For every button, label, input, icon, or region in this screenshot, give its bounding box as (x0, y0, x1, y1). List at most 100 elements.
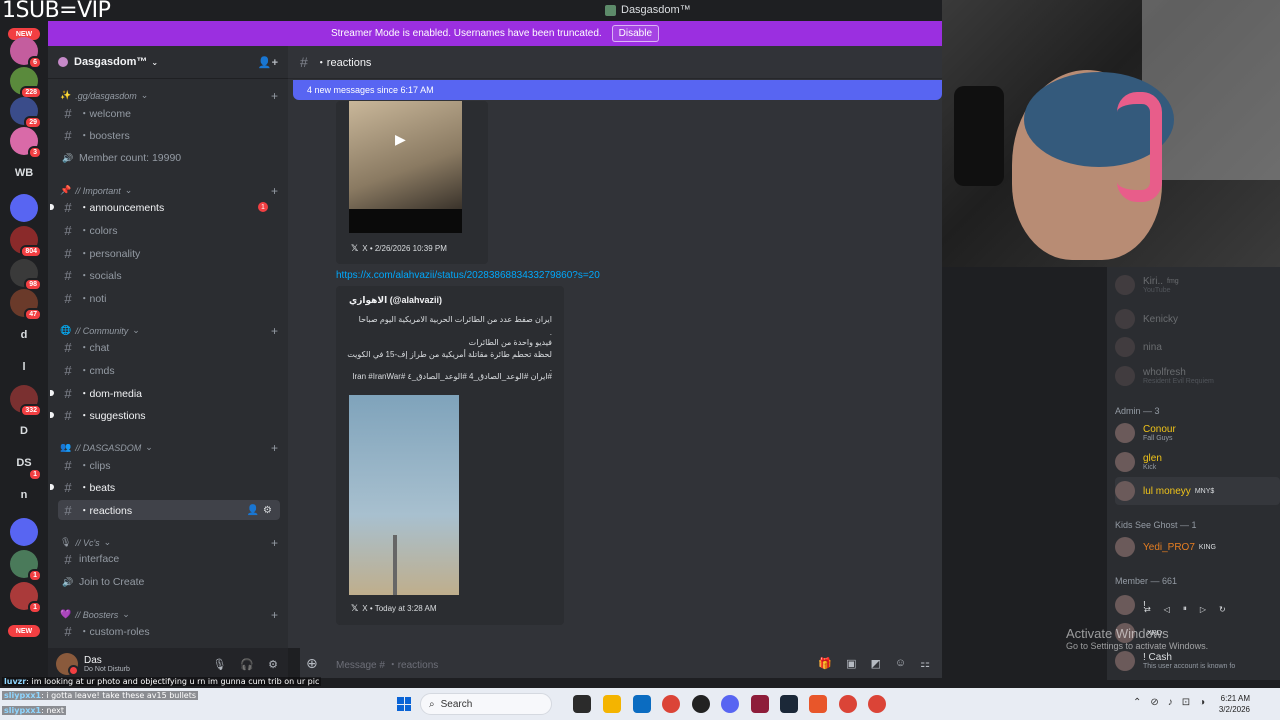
channel-item[interactable]: # ・dom-media (50, 383, 280, 403)
headphones-icon[interactable]: 🎧 (240, 658, 254, 671)
shuffle-icon[interactable]: ⇄ (1144, 605, 1151, 614)
tweet-link[interactable]: https://x.com/alahvazii/status/202838688… (336, 270, 600, 281)
server-icon[interactable]: 1 (10, 582, 42, 614)
channel-item[interactable]: # ・colors (58, 220, 280, 240)
member-item[interactable]: ! Cash This user account is known fo (1115, 647, 1280, 675)
server-icon[interactable]: l (10, 353, 38, 381)
member-item[interactable]: Kenicky (1115, 305, 1280, 333)
create-channel-icon[interactable]: + (271, 324, 278, 338)
server-icon[interactable] (10, 194, 38, 222)
channel-item[interactable]: # ・suggestions (50, 405, 280, 425)
guild-header[interactable]: Dasgasdom™ ⌄ 👤+ (48, 46, 288, 79)
gif-icon[interactable]: ▣ (846, 657, 856, 670)
gear-icon[interactable]: ⚙ (268, 658, 278, 671)
channel-item[interactable]: # ・socials (58, 265, 280, 285)
server-icon[interactable]: 804 (10, 226, 42, 258)
server-icon[interactable]: D (10, 417, 38, 445)
play-icon[interactable]: ▶ (395, 131, 406, 148)
server-icon[interactable]: n (10, 481, 38, 509)
member-item[interactable]: lul moneyy MNY$ (1115, 477, 1280, 505)
file-explorer-icon[interactable] (603, 695, 621, 713)
store-icon[interactable] (633, 695, 651, 713)
channel-item[interactable]: # ・announcements 1 (50, 197, 280, 217)
server-icon[interactable]: 47 (10, 289, 42, 321)
category-header[interactable]: 💜// Boosters ⌄ + (60, 608, 278, 622)
chrome-icon-3[interactable] (868, 695, 886, 713)
new-messages-bar[interactable]: 4 new messages since 6:17 AM (293, 80, 942, 100)
category-header[interactable]: 🎙// Vc's ⌄ + (60, 536, 278, 550)
channel-settings-icon[interactable]: 👤⚙ (247, 505, 276, 516)
tweet-author[interactable]: الاهوازي (@alahvazii) (349, 295, 442, 306)
member-item[interactable]: Yedi_PRO7 KING (1115, 533, 1280, 561)
channel-item[interactable]: # ・boosters (58, 125, 280, 145)
category-header[interactable]: 📌// Important ⌄ + (60, 184, 278, 198)
category-header[interactable]: 🌐// Community ⌄ + (60, 324, 278, 338)
channel-item[interactable]: # interface (58, 549, 280, 569)
windows-start-icon[interactable] (397, 697, 411, 711)
message-composer[interactable]: ⊕ Message # ・reactions 🎁 ▣ ◩ ☺ ⚏ (300, 648, 942, 678)
repeat-icon[interactable]: ↻ (1219, 605, 1226, 614)
server-icon[interactable]: 1 (10, 550, 42, 582)
create-channel-icon[interactable]: + (271, 536, 278, 550)
member-item[interactable]: Conour Fall Guys (1115, 419, 1280, 447)
channel-item[interactable]: # ・chat (58, 337, 280, 357)
channel-item[interactable]: # ・personality (58, 243, 280, 263)
create-channel-icon[interactable]: + (271, 89, 278, 103)
video-thumbnail[interactable]: ▶ (349, 101, 462, 209)
prev-icon[interactable]: ◁ (1164, 605, 1170, 614)
channel-item[interactable]: # ・noti (58, 288, 280, 308)
video-thumbnail-2[interactable] (349, 395, 459, 595)
chrome-icon-2[interactable] (839, 695, 857, 713)
server-icon[interactable]: 29 (10, 97, 42, 129)
task-view-icon[interactable] (573, 695, 591, 713)
emoji-icon[interactable]: ☺ (895, 657, 906, 670)
sticker-icon[interactable]: ◩ (870, 657, 880, 670)
server-icon[interactable]: 3 (10, 127, 42, 159)
channel-item[interactable]: # ・cmds (58, 360, 280, 380)
pause-icon[interactable]: ⏸ (1183, 604, 1187, 614)
create-channel-icon[interactable]: + (271, 184, 278, 198)
adobe-icon[interactable] (751, 695, 769, 713)
member-item[interactable]: glen Kick (1115, 448, 1280, 476)
steam-icon[interactable] (780, 695, 798, 713)
system-tray[interactable]: ⌃⊘♪⊡◑ (1133, 697, 1214, 708)
disable-streamer-mode-button[interactable]: Disable (611, 25, 660, 42)
server-icon[interactable]: 332 (10, 385, 42, 417)
invite-people-icon[interactable]: 👤+ (258, 56, 278, 69)
create-channel-icon[interactable]: + (271, 608, 278, 622)
discord-icon[interactable] (721, 695, 739, 713)
taskbar-search[interactable]: ⌕ Search (420, 693, 552, 715)
member-item[interactable]: nina (1115, 333, 1280, 361)
gift-icon[interactable]: 🎁 (818, 657, 832, 670)
firefox-icon[interactable] (809, 695, 827, 713)
channel-item[interactable]: 🔊 Member count: 19990 (58, 148, 280, 168)
server-icon[interactable]: 98 (10, 259, 42, 291)
apps-icon[interactable]: ⚏ (920, 657, 930, 670)
member-item[interactable]: wholfresh Resident Evil Requiem (1115, 362, 1280, 390)
create-channel-icon[interactable]: + (271, 441, 278, 455)
channel-item[interactable]: # ・clips (58, 455, 280, 475)
member-item[interactable]: Kiri.. fmg YouTube (1115, 271, 1280, 299)
chrome-icon[interactable] (662, 695, 680, 713)
channel-item[interactable]: # ・beats (50, 477, 280, 497)
avatar[interactable] (56, 653, 79, 676)
server-icon[interactable]: 228 (10, 67, 42, 99)
channel-item[interactable]: 🔊 Join to Create (58, 572, 280, 592)
add-attachment-icon[interactable]: ⊕ (306, 655, 326, 672)
next-icon[interactable]: ▷ (1200, 605, 1206, 614)
obs-icon[interactable] (692, 695, 710, 713)
category-header[interactable]: ✨ .gg/dasgasdom ⌄ + (60, 89, 278, 103)
channel-item[interactable]: # ・custom-roles (58, 621, 280, 641)
channel-item[interactable]: # ・welcome (58, 103, 280, 123)
server-icon[interactable]: 6 (10, 37, 42, 69)
mic-icon[interactable]: 🎙 (212, 658, 226, 671)
server-icon[interactable]: WB (10, 159, 38, 187)
composer-placeholder[interactable]: Message # ・reactions (336, 656, 438, 671)
server-icon[interactable] (10, 518, 38, 546)
category-header[interactable]: 👥// DASGASDOM ⌄ + (60, 441, 278, 455)
server-icon[interactable]: DS 1 (10, 449, 42, 481)
server-icon[interactable]: d (10, 321, 38, 349)
taskbar-clock[interactable]: 6:21 AM 3/2/2026 (1219, 693, 1250, 715)
channel-item[interactable]: # ・reactions 👤⚙ (58, 500, 280, 520)
new-unreads-pill-bottom[interactable]: NEW (8, 625, 40, 637)
